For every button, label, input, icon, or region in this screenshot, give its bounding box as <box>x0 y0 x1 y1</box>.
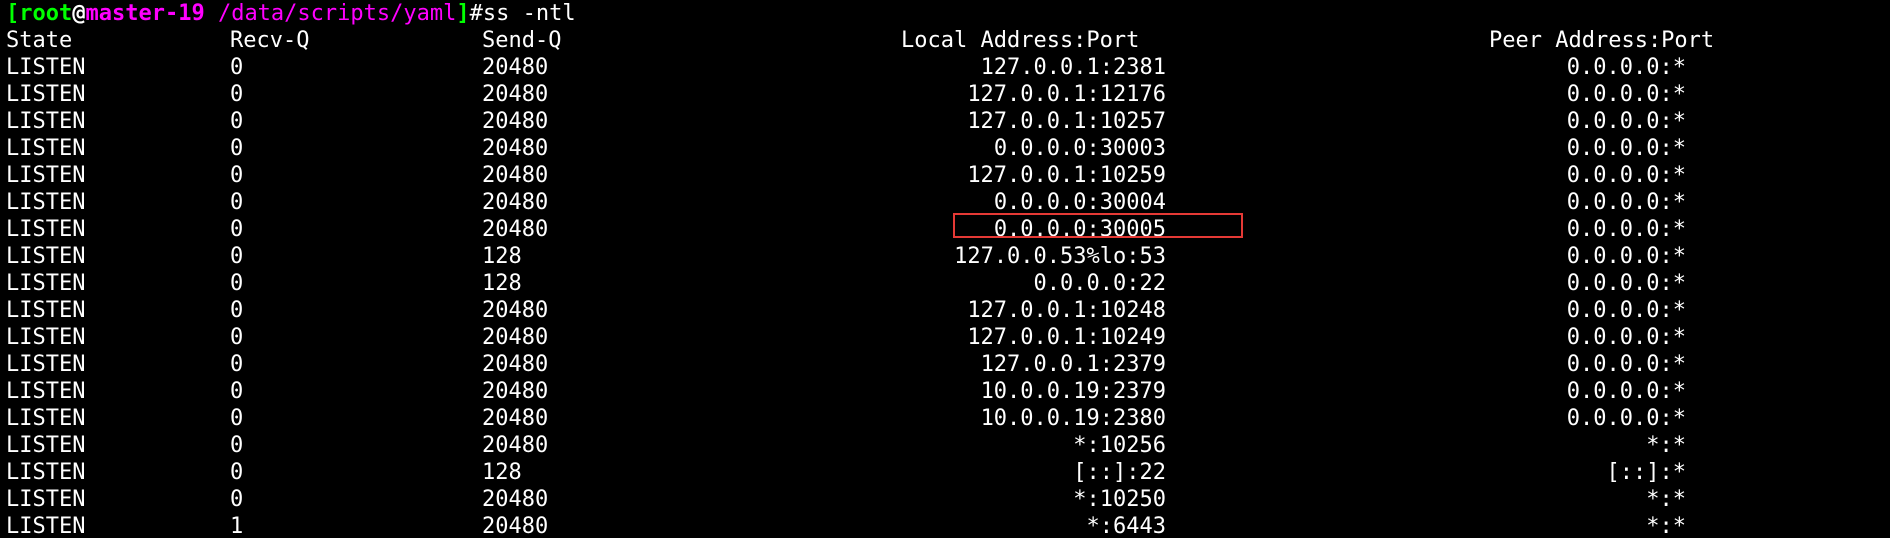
table-row: LISTEN 0 20480 0.0.0.0:30003 0.0.0.0:* <box>6 135 1890 162</box>
table-row: LISTEN 0 20480 127.0.0.1:10249 0.0.0.0:* <box>6 324 1890 351</box>
header-local-address: Local Address:Port <box>901 28 1140 53</box>
prompt-host: master-19 <box>85 1 205 26</box>
cell-peer-address: 0.0.0.0:* <box>1566 352 1686 377</box>
cell-peer-address: 0.0.0.0:* <box>1566 55 1686 80</box>
table-row: LISTEN 0 20480 127.0.0.1:10248 0.0.0.0:* <box>6 297 1890 324</box>
prompt-symbol: # <box>469 1 483 26</box>
table-row: LISTEN 1 20480 *:6443 *:* <box>6 513 1890 538</box>
cell-peer-address: 0.0.0.0:* <box>1566 217 1686 242</box>
table-row: LISTEN 0 128 [::]:22 [::]:* <box>6 459 1890 486</box>
prompt-close-bracket: ] <box>456 1 470 26</box>
table-row: LISTEN 0 128 127.0.0.53%lo:53 0.0.0.0:* <box>6 243 1890 270</box>
cell-peer-address: 0.0.0.0:* <box>1566 109 1686 134</box>
cell-peer-address: 0.0.0.0:* <box>1566 325 1686 350</box>
table-row: LISTEN 0 20480 0.0.0.0:30004 0.0.0.0:* <box>6 189 1890 216</box>
header-recv-q: Recv-Q <box>230 28 310 53</box>
cell-peer-address: *:* <box>1646 487 1686 512</box>
cell-peer-address: 0.0.0.0:* <box>1566 136 1686 161</box>
prompt-user: root <box>19 1 73 26</box>
table-row: LISTEN 0 20480 10.0.0.19:2380 0.0.0.0:* <box>6 405 1890 432</box>
cell-peer-address: 0.0.0.0:* <box>1566 271 1686 296</box>
prompt-at: @ <box>72 1 86 26</box>
header-peer-address: Peer Address:Port <box>1489 28 1715 53</box>
cell-peer-address: *:* <box>1646 433 1686 458</box>
table-row: LISTEN 0 20480 127.0.0.1:12176 0.0.0.0:* <box>6 81 1890 108</box>
header-send-q: Send-Q <box>482 28 562 53</box>
socket-list: LISTEN 0 20480 127.0.0.1:2381 0.0.0.0:* LISTE… <box>6 54 1890 538</box>
table-row: LISTEN 0 20480 *:10256 *:* <box>6 432 1890 459</box>
terminal-window[interactable]: [root@master-19 /data/scripts/yaml]#ss -… <box>0 0 1890 538</box>
cell-peer-address: 0.0.0.0:* <box>1566 163 1686 188</box>
table-row: LISTEN 0 20480 0.0.0.0:30005 0.0.0.0:* <box>6 216 1890 243</box>
table-row: LISTEN 0 20480 *:10250 *:* <box>6 486 1890 513</box>
table-row: LISTEN 0 20480 10.0.0.19:2379 0.0.0.0:* <box>6 378 1890 405</box>
header-state: State <box>6 28 73 53</box>
cell-peer-address: 0.0.0.0:* <box>1566 406 1686 431</box>
cell-peer-address: 0.0.0.0:* <box>1566 298 1686 323</box>
cell-peer-address: *:* <box>1646 514 1686 538</box>
table-row: LISTEN 0 128 0.0.0.0:22 0.0.0.0:* <box>6 270 1890 297</box>
table-row: LISTEN 0 20480 127.0.0.1:2379 0.0.0.0:* <box>6 351 1890 378</box>
cell-peer-address: 0.0.0.0:* <box>1566 244 1686 269</box>
cell-peer-address: [::]:* <box>1606 460 1686 485</box>
prompt-open-bracket: [ <box>6 1 20 26</box>
table-header-row: State Recv-Q Send-Q Local Address:Port P… <box>6 27 1890 54</box>
cell-peer-address: 0.0.0.0:* <box>1566 190 1686 215</box>
cell-peer-address: 0.0.0.0:* <box>1566 379 1686 404</box>
prompt-path: /data/scripts/yaml <box>204 1 457 26</box>
table-row: LISTEN 0 20480 127.0.0.1:2381 0.0.0.0:* <box>6 54 1890 81</box>
command-text: ss -ntl <box>482 1 576 26</box>
table-row: LISTEN 0 20480 127.0.0.1:10259 0.0.0.0:* <box>6 162 1890 189</box>
cell-peer-address: 0.0.0.0:* <box>1566 82 1686 107</box>
shell-prompt-line: [root@master-19 /data/scripts/yaml]#ss -… <box>6 0 1890 27</box>
table-row: LISTEN 0 20480 127.0.0.1:10257 0.0.0.0:* <box>6 108 1890 135</box>
